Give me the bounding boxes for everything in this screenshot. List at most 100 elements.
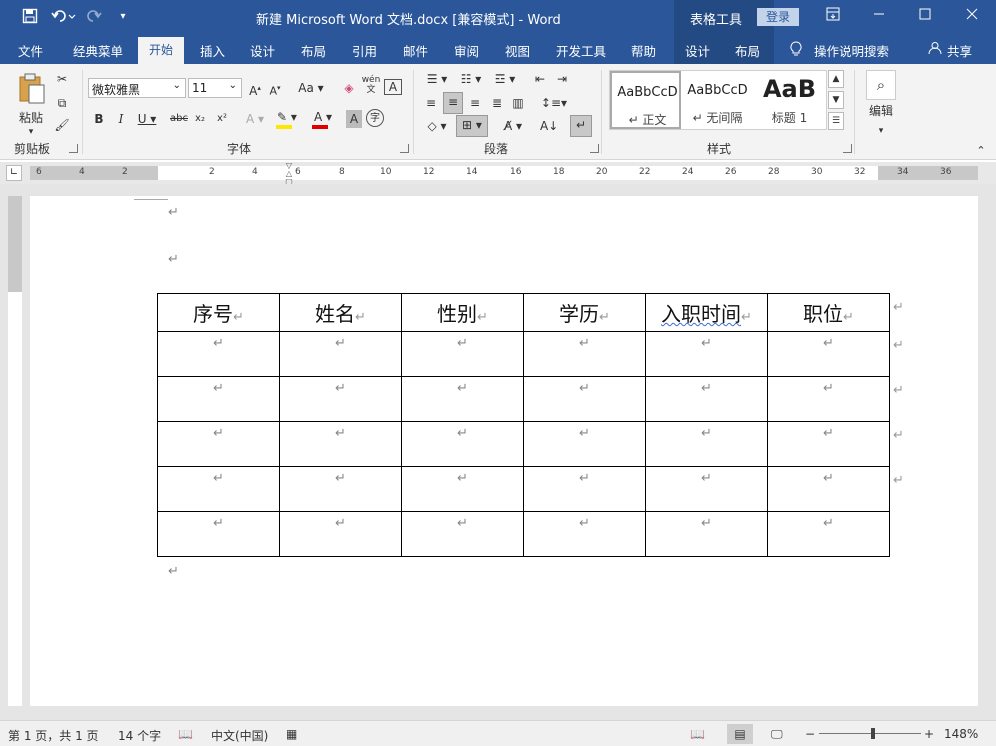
tab-references[interactable]: 引用 — [352, 41, 377, 60]
language-status[interactable]: 中文(中国) — [211, 727, 268, 744]
table-header-cell[interactable]: 姓名↵ — [279, 293, 402, 332]
web-layout-icon[interactable]: 🖵 — [771, 727, 783, 742]
maximize-icon[interactable] — [914, 6, 936, 28]
tell-me-search[interactable]: 操作说明搜索 — [814, 41, 889, 60]
table-cell[interactable]: ↵ — [523, 376, 646, 422]
table-cell[interactable]: ↵ — [645, 466, 768, 512]
style-heading-1[interactable]: AaB 标题 1 — [754, 71, 825, 129]
data-table[interactable]: 序号↵ 姓名↵ 性别↵ 学历↵ 入职时间↵ 职位↵ ↵ ↵ ↵ ↵ ↵ ↵ ↵ … — [157, 293, 890, 557]
page-count[interactable]: 第 1 页，共 1 页 — [8, 727, 99, 744]
ribbon-display-icon[interactable] — [822, 6, 844, 28]
paste-button[interactable]: 粘贴 ▾ — [14, 72, 48, 137]
bold-icon[interactable]: B — [92, 110, 106, 128]
grow-font-icon[interactable]: A▴ — [248, 79, 262, 100]
styles-scroll-up-icon[interactable]: ▲ — [828, 70, 844, 88]
clear-formatting-icon[interactable]: ◈ — [340, 79, 358, 97]
table-cell[interactable]: ↵ — [767, 511, 890, 557]
asian-layout-icon[interactable]: A̸ ▾ — [498, 117, 528, 135]
table-cell[interactable]: ↵ — [645, 376, 768, 422]
table-cell[interactable]: ↵ — [523, 466, 646, 512]
table-cell[interactable]: ↵ — [279, 421, 402, 467]
read-mode-icon[interactable]: 📖 — [690, 727, 705, 741]
clipboard-launcher-icon[interactable] — [69, 144, 78, 153]
bullets-icon[interactable]: ☰ ▾ — [422, 70, 452, 88]
table-cell[interactable]: ↵ — [157, 331, 280, 377]
zoom-level[interactable]: 148% — [944, 727, 978, 741]
phonetic-guide-icon[interactable]: wén 文 — [361, 75, 381, 95]
tab-file[interactable]: 文件 — [18, 41, 43, 60]
zoom-slider-thumb[interactable] — [871, 728, 875, 739]
justify-icon[interactable]: ≣ — [488, 94, 506, 112]
borders-icon[interactable]: ⊞ ▾ — [456, 115, 488, 137]
show-formatting-icon[interactable]: ↵ — [570, 115, 592, 137]
styles-more-icon[interactable]: ☰ — [828, 112, 844, 130]
table-cell[interactable]: ↵ — [401, 331, 524, 377]
underline-icon[interactable]: U ▾ — [136, 110, 158, 128]
table-cell[interactable]: ↵ — [401, 466, 524, 512]
horizontal-ruler[interactable]: ∟ 6 4 2 2 4 6 8 10 12 14 16 18 20 22 24 … — [0, 162, 996, 186]
line-spacing-icon[interactable]: ↕≡▾ — [540, 94, 568, 112]
tab-mailings[interactable]: 邮件 — [403, 41, 428, 60]
table-cell[interactable]: ↵ — [523, 421, 646, 467]
style-no-spacing[interactable]: AaBbCcD ↵ 无间隔 — [682, 71, 753, 129]
table-cell[interactable]: ↵ — [767, 376, 890, 422]
styles-scroll-down-icon[interactable]: ▼ — [828, 91, 844, 109]
table-cell[interactable]: ↵ — [157, 466, 280, 512]
table-cell[interactable]: ↵ — [157, 376, 280, 422]
tab-classic-menu[interactable]: 经典菜单 — [73, 41, 123, 60]
highlight-icon[interactable]: ✎ ▾ — [274, 108, 300, 129]
macro-icon[interactable]: ▦ — [286, 727, 297, 741]
style-normal[interactable]: AaBbCcD ↵ 正文 — [610, 71, 681, 129]
copy-icon[interactable]: ⧉ — [53, 94, 71, 112]
editing-button[interactable]: 编辑 ▾ — [862, 102, 900, 140]
minimize-icon[interactable] — [868, 6, 890, 28]
cut-icon[interactable]: ✂ — [53, 70, 71, 88]
table-cell[interactable]: ↵ — [523, 331, 646, 377]
zoom-slider[interactable] — [819, 733, 921, 734]
styles-launcher-icon[interactable] — [843, 144, 852, 153]
table-cell[interactable]: ↵ — [767, 331, 890, 377]
table-cell[interactable]: ↵ — [279, 331, 402, 377]
tab-insert[interactable]: 插入 — [200, 41, 225, 60]
font-size-dropdown[interactable]: 11 ⌄ — [188, 78, 242, 98]
customize-qat-icon[interactable]: ▾ — [114, 8, 132, 26]
table-header-cell[interactable]: 学历↵ — [523, 293, 646, 332]
redo-icon[interactable] — [86, 8, 104, 26]
vertical-ruler[interactable] — [8, 196, 22, 706]
table-cell[interactable]: ↵ — [157, 511, 280, 557]
indent-marker-icon[interactable]: ▽ △ □ — [283, 162, 295, 186]
tab-selector-icon[interactable]: ∟ — [6, 165, 22, 181]
table-cell[interactable]: ↵ — [279, 511, 402, 557]
format-painter-icon[interactable]: 🖌 — [53, 116, 71, 134]
character-shading-icon[interactable]: A — [346, 110, 362, 128]
font-name-dropdown[interactable]: 微软雅黑 ⌄ — [88, 78, 186, 98]
table-cell[interactable]: ↵ — [767, 421, 890, 467]
login-button[interactable]: 登录 — [757, 8, 799, 26]
table-cell[interactable]: ↵ — [645, 511, 768, 557]
tab-view[interactable]: 视图 — [505, 41, 530, 60]
table-cell[interactable]: ↵ — [523, 511, 646, 557]
table-cell[interactable]: ↵ — [401, 421, 524, 467]
align-center-icon[interactable]: ≡ — [443, 92, 463, 114]
sort-icon[interactable]: A↓ — [540, 117, 558, 135]
italic-icon[interactable]: I — [114, 110, 128, 128]
tab-table-design[interactable]: 设计 — [685, 41, 710, 60]
subscript-icon[interactable]: x₂ — [192, 110, 208, 128]
font-color-icon[interactable]: A ▾ — [310, 108, 336, 129]
print-layout-icon[interactable]: ▤ — [727, 724, 753, 744]
multilevel-list-icon[interactable]: ☲ ▾ — [490, 70, 520, 88]
table-cell[interactable]: ↵ — [279, 376, 402, 422]
save-icon[interactable] — [21, 8, 39, 26]
align-right-icon[interactable]: ≡ — [466, 94, 484, 112]
table-cell[interactable]: ↵ — [401, 376, 524, 422]
table-cell[interactable]: ↵ — [401, 511, 524, 557]
shrink-font-icon[interactable]: A▾ — [268, 79, 282, 101]
table-header-cell[interactable]: 性别↵ — [401, 293, 524, 332]
tab-home[interactable]: 开始 — [138, 37, 184, 64]
paragraph-launcher-icon[interactable] — [590, 144, 599, 153]
word-count[interactable]: 14 个字 — [118, 727, 161, 744]
numbering-icon[interactable]: ☷ ▾ — [456, 70, 486, 88]
proofing-icon[interactable]: 📖 — [178, 727, 193, 741]
superscript-icon[interactable]: x² — [214, 110, 230, 128]
font-launcher-icon[interactable] — [400, 144, 409, 153]
